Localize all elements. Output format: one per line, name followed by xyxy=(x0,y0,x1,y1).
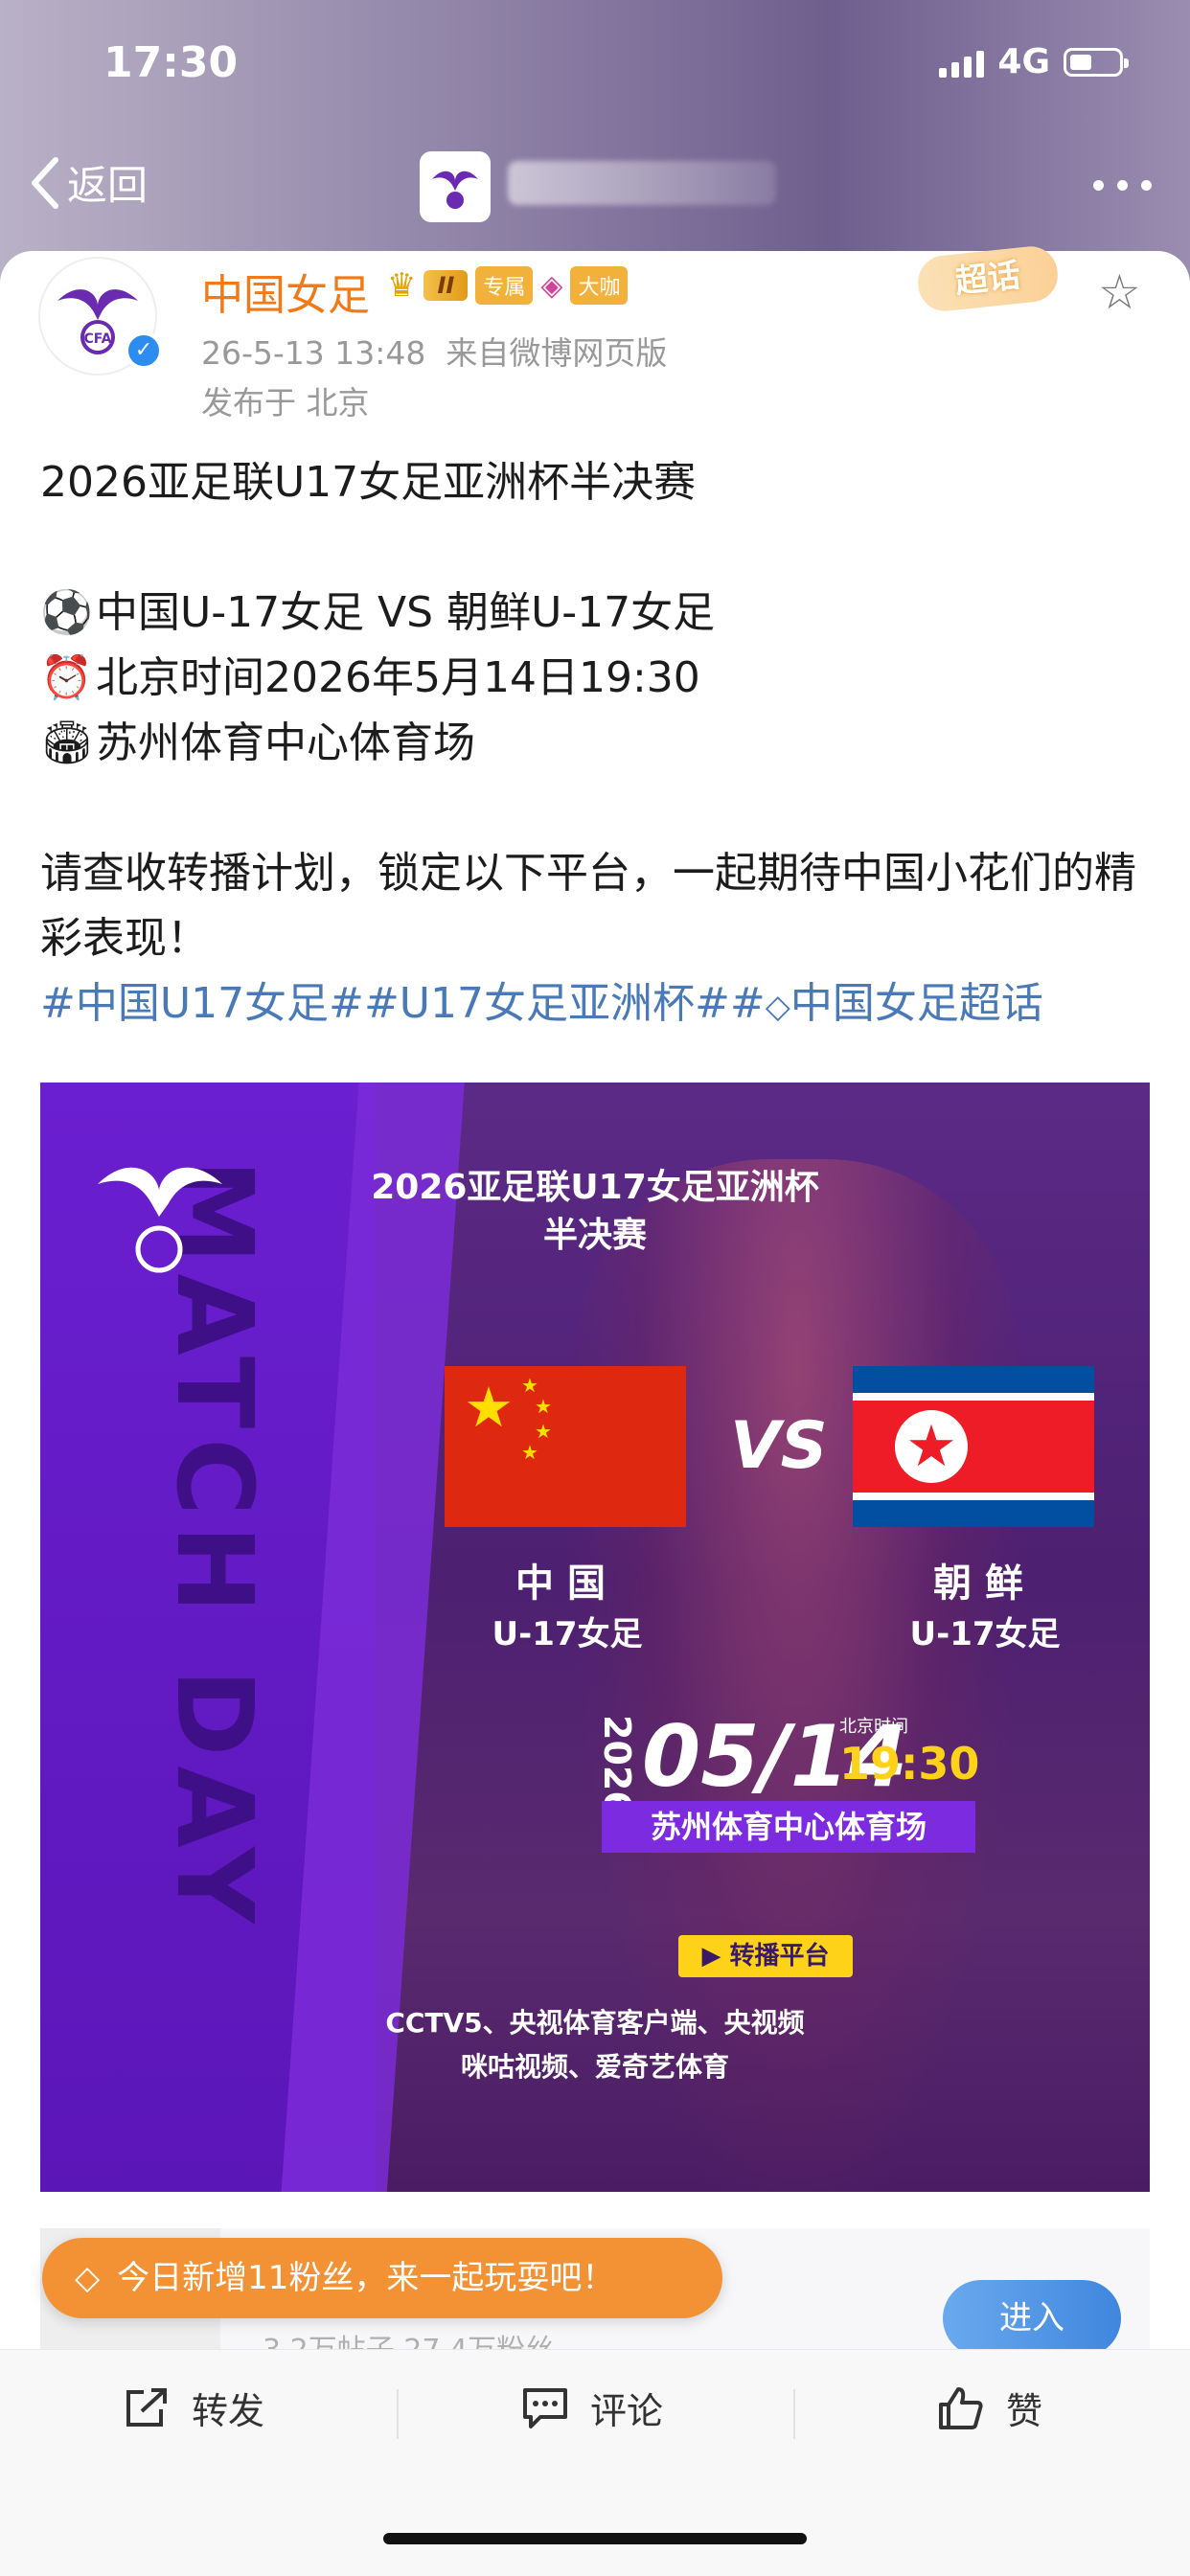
kickoff-time: 19:30 xyxy=(839,1738,980,1790)
match-line: ⚽中国U-17女足 VS 朝鲜U-17女足 xyxy=(40,581,1152,646)
back-label: 返回 xyxy=(67,162,149,209)
chevron-left-icon xyxy=(32,156,58,209)
thumbs-up-icon xyxy=(939,2386,983,2429)
author-badges: ♛ II 专属 ◈ 大咖 xyxy=(387,266,629,305)
crown-icon: ♛ xyxy=(387,266,417,305)
hashtag-link[interactable]: #中国U17女足# xyxy=(40,979,364,1028)
share-icon xyxy=(126,2387,167,2427)
poster-subtitle: 半决赛 xyxy=(542,1216,647,1255)
alarm-clock-icon: ⏰ xyxy=(40,653,93,702)
diamond-icon[interactable]: ◈ xyxy=(540,269,562,303)
soccer-ball-icon: ⚽ xyxy=(40,588,93,637)
diamond-icon: ◇ xyxy=(75,2259,101,2297)
account-name-blurred xyxy=(508,161,776,205)
post-headline: 2026亚足联U17女足亚洲杯半决赛 xyxy=(40,458,697,507)
post-location: 发布于 北京 xyxy=(201,384,370,422)
hashtags: #中国U17女足##U17女足亚洲杯##◇中国女足超话 xyxy=(40,971,1152,1039)
versus-label: VS xyxy=(730,1408,828,1484)
match-poster-image[interactable]: MATCH DAY 2026亚足联U17女足亚洲杯 半决赛 ★ ★ ★ ★ ★ … xyxy=(40,1083,1150,2192)
phoenix-logo-icon xyxy=(432,171,478,209)
post-call-to-action: 请查收转播计划，锁定以下平台，一起期待中国小花们的精彩表现！ xyxy=(40,849,1136,963)
account-logo[interactable] xyxy=(420,151,491,222)
broadcast-label: ▶ 转播平台 xyxy=(678,1935,853,1977)
supertopic-link[interactable]: #◇中国女足超话 xyxy=(730,979,1043,1028)
battery-icon xyxy=(1064,47,1129,77)
north-korea-flag-icon: ★ xyxy=(853,1366,1094,1527)
beijing-time-label: 北京时间 xyxy=(839,1717,908,1737)
comment-button[interactable]: 评论 xyxy=(521,2382,663,2434)
divider xyxy=(793,2389,795,2439)
divider xyxy=(397,2389,399,2439)
hashtag-link[interactable]: #U17女足亚洲杯# xyxy=(364,979,730,1028)
stadium-icon: 🏟 xyxy=(40,718,94,767)
exclusive-badge[interactable]: 专属 xyxy=(475,266,534,305)
home-indicator[interactable] xyxy=(383,2533,807,2544)
more-options-icon[interactable] xyxy=(1093,180,1152,191)
enter-button[interactable]: 进入 xyxy=(943,2280,1121,2357)
member-level-badge[interactable]: II xyxy=(423,270,469,301)
verified-icon: ✓ xyxy=(125,331,163,370)
status-indicators: 4G xyxy=(939,42,1129,81)
team-away: 朝鲜 U-17女足 xyxy=(909,1562,1061,1653)
follower-toast[interactable]: ◇ 今日新增11粉丝，来一起玩耍吧！ xyxy=(42,2238,722,2318)
broadcast-channels: 咪咕视频、爱奇艺体育 xyxy=(460,2051,729,2083)
time-line: ⏰北京时间2026年5月14日19:30 xyxy=(40,646,1152,711)
team-home: 中国 U-17女足 xyxy=(492,1562,643,1653)
diamond-icon: ◇ xyxy=(765,988,790,1026)
broadcast-channels: CCTV5、央视体育客户端、央视频 xyxy=(385,2007,805,2039)
status-time: 17:30 xyxy=(103,38,239,87)
post-source: 来自微博网页版 xyxy=(446,334,668,372)
match-venue: 苏州体育中心体育场 xyxy=(602,1801,975,1853)
china-flag-icon: ★ ★ ★ ★ ★ xyxy=(445,1366,686,1527)
venue-line: 🏟苏州体育中心体育场 xyxy=(40,711,1152,776)
author-name[interactable]: 中国女足 xyxy=(201,261,370,322)
network-type: 4G xyxy=(997,42,1050,81)
poster-title: 2026亚足联U17女足亚洲杯 xyxy=(371,1168,819,1207)
post-timestamp: 26-5-13 13:48 xyxy=(201,334,426,372)
repost-button[interactable]: 转发 xyxy=(123,2382,264,2434)
like-button[interactable]: 赞 xyxy=(937,2382,1042,2434)
comment-icon xyxy=(523,2387,567,2428)
post-body: 2026亚足联U17女足亚洲杯半决赛 ⚽中国U-17女足 VS 朝鲜U-17女足… xyxy=(40,450,1152,1039)
post-meta: 26-5-13 13:48 来自微博网页版 xyxy=(201,328,667,374)
signal-icon xyxy=(939,47,985,78)
favorite-star-icon[interactable]: ☆ xyxy=(1098,264,1141,320)
svg-text:CFA: CFA xyxy=(83,331,111,347)
back-button[interactable]: 返回 xyxy=(29,153,148,212)
bigshot-badge[interactable]: 大咖 xyxy=(570,266,629,305)
